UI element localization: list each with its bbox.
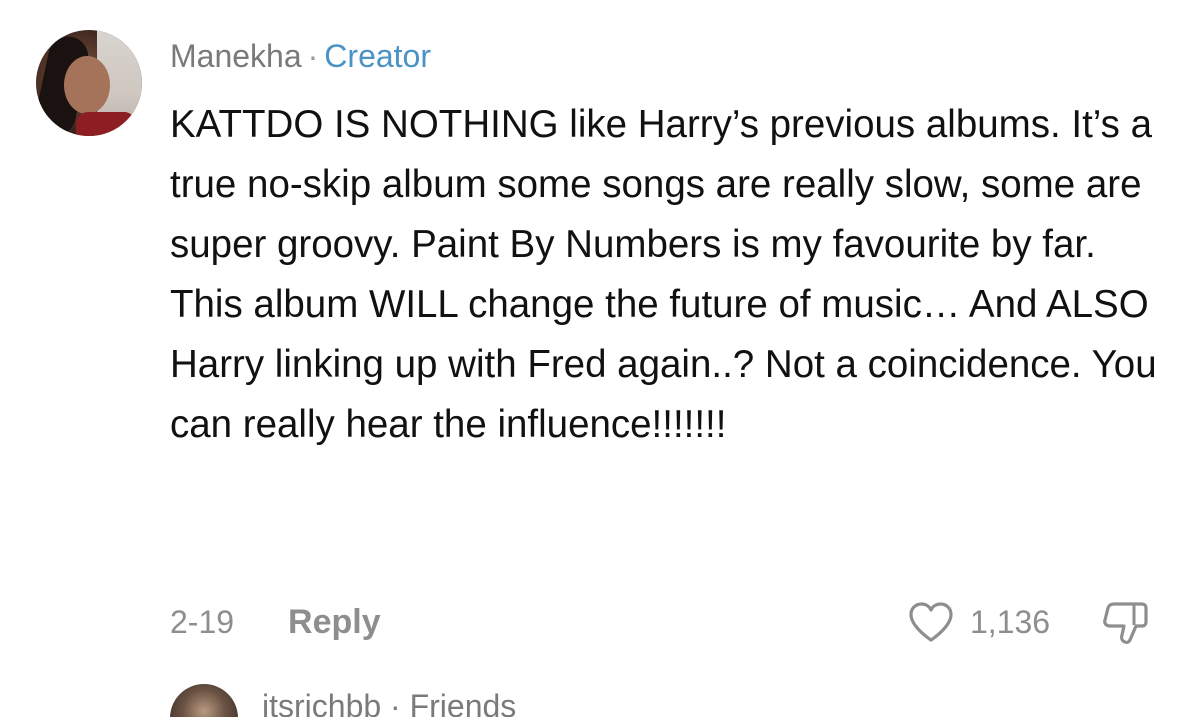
separator-dot: · <box>390 688 401 717</box>
separator-dot: · <box>307 38 319 74</box>
creator-badge: Creator <box>324 38 431 74</box>
next-comment-username[interactable]: itsrichbb <box>262 688 381 717</box>
next-comment-avatar[interactable] <box>170 684 238 717</box>
heart-outline-icon[interactable] <box>908 599 954 645</box>
comment-card: Manekha · Creator KATTDO IS NOTHING like H… <box>0 0 1200 660</box>
thumbs-down-icon[interactable] <box>1100 600 1150 646</box>
comment-date: 2-19 <box>170 603 235 640</box>
avatar[interactable] <box>36 30 142 136</box>
avatar-face <box>64 56 110 114</box>
reply-button[interactable]: Reply <box>288 603 381 642</box>
like-button[interactable]: 1,136 <box>908 598 1050 646</box>
next-comment-header: itsrichbb · Friends <box>262 686 516 717</box>
username[interactable]: Manekha <box>170 38 302 74</box>
comment-text: KATTDO IS NOTHING like Harry’s previous … <box>170 103 1157 446</box>
comment-actions: 2-19 Reply 1,136 <box>170 598 1160 646</box>
friends-badge: Friends <box>409 688 517 717</box>
comment-header: Manekha · Creator <box>170 36 431 76</box>
like-count: 1,136 <box>970 603 1051 640</box>
next-comment-preview: itsrichbb · Friends <box>0 662 1200 717</box>
avatar-shirt <box>76 112 136 136</box>
